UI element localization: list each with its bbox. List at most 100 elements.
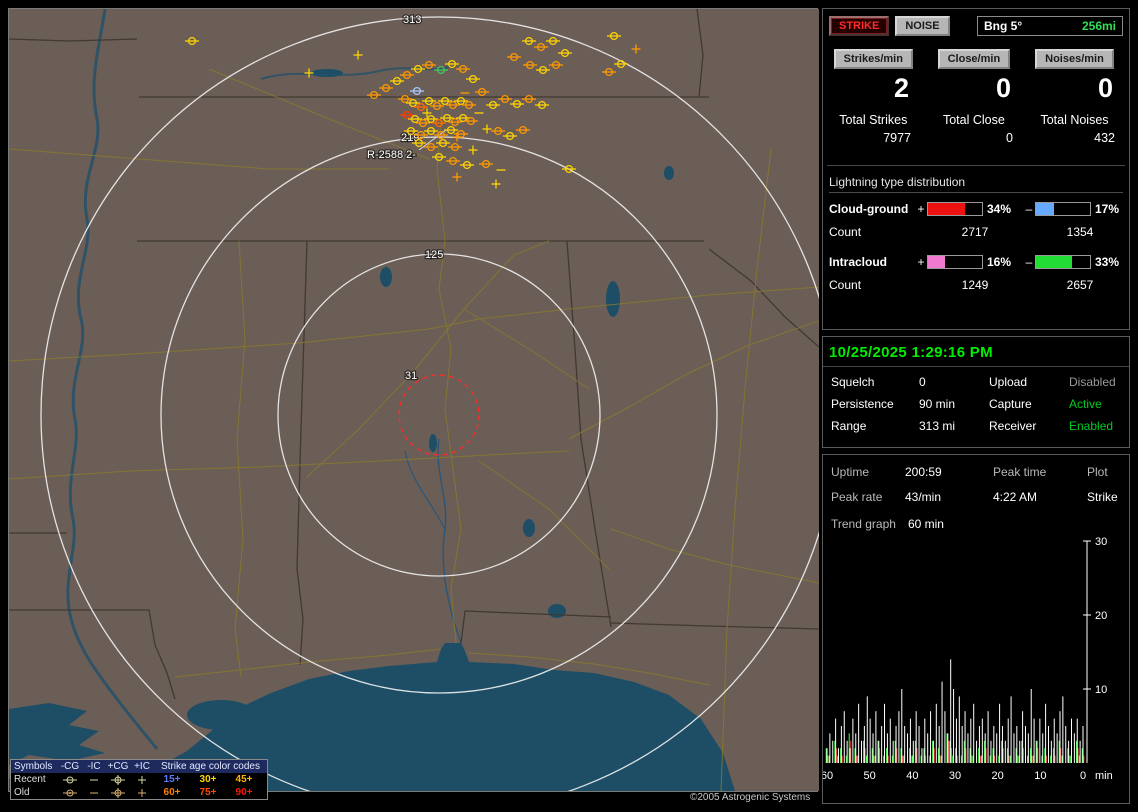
age-30: 30+: [199, 774, 217, 785]
receiver-status: Enabled: [1069, 419, 1114, 433]
map-canvas: 313 219 125 31 R-2588 2-: [9, 9, 819, 791]
bearing-label: Bng 5°: [984, 19, 1023, 33]
legend-col-cg-plus: +CG: [107, 761, 129, 772]
lake-5: [548, 604, 566, 618]
cg-minus-symbol: [58, 775, 82, 785]
svg-text:10: 10: [1034, 770, 1046, 782]
age-90: 90+: [235, 787, 253, 798]
cloud-ground-count-row: Count 2717 1354: [829, 225, 1123, 239]
svg-text:20: 20: [992, 770, 1004, 782]
datetime-display: 10/25/2025 1:29:16 PM: [829, 344, 993, 361]
svg-text:50: 50: [864, 770, 876, 782]
side-panel: STRIKE NOISE Bng 5° 256mi Strikes/min Cl…: [822, 0, 1130, 812]
lake-pontchartrain: [187, 700, 255, 730]
cg-minus-old-symbol: [58, 788, 82, 798]
ic-minus-symbol: [82, 775, 106, 785]
cloud-ground-label: Cloud-ground: [829, 202, 909, 216]
peak-rate-label: Peak rate: [831, 490, 883, 504]
ic-minus-bar: [1035, 255, 1091, 269]
distribution-title: Lightning type distribution: [829, 175, 1123, 193]
cg-plus-bar: [927, 202, 983, 216]
intracloud-count-row: Count 1249 2657: [829, 278, 1123, 292]
squelch-label: Squelch: [831, 375, 875, 389]
strikes-per-min-button[interactable]: Strikes/min: [833, 49, 913, 69]
trend-graph-window: 60 min: [907, 517, 944, 531]
svg-text:40: 40: [906, 770, 918, 782]
lightning-map[interactable]: 313 219 125 31 R-2588 2-: [8, 8, 819, 792]
trend-box: Uptime 200:59 Peak time Plot Peak rate 4…: [822, 454, 1130, 804]
bearing-value: 256mi: [1081, 19, 1116, 33]
range-value: 313 mi: [919, 419, 956, 433]
ring-label-125: 125: [425, 249, 443, 261]
symbols-legend: Symbols -CG -IC +CG +IC Strike age color…: [10, 759, 268, 800]
total-close-value: 0: [1006, 131, 1013, 145]
cg-minus-count: 1354: [1066, 225, 1094, 239]
receiver-label: Receiver: [989, 419, 1037, 433]
upload-label: Upload: [989, 375, 1028, 389]
cg-plus-symbol: [106, 774, 130, 785]
cg-plus-pct: 34%: [987, 202, 1012, 216]
close-per-min-value: 0: [995, 73, 1011, 103]
total-strikes-label: Total Strikes: [839, 113, 908, 127]
peak-time-label: Peak time: [993, 465, 1047, 479]
svg-text:30: 30: [949, 770, 961, 782]
age-45: 45+: [235, 774, 253, 785]
app-window: { "map": { "ring_labels": [{"text":"313"…: [0, 0, 1138, 812]
strike-mode-button[interactable]: STRIKE: [829, 16, 890, 36]
settings-box: 10/25/2025 1:29:16 PM Squelch 0 Upload D…: [822, 336, 1130, 448]
legend-col-cg-minus: -CG: [60, 761, 80, 772]
counters-box: STRIKE NOISE Bng 5° 256mi Strikes/min Cl…: [822, 8, 1130, 330]
legend-age-title: Strike age color codes: [161, 761, 260, 772]
range-label: Range: [831, 419, 867, 433]
cg-plus-old-symbol: [106, 787, 130, 798]
upload-status: Disabled: [1069, 375, 1116, 389]
close-per-min-button[interactable]: Close/min: [937, 49, 1011, 69]
squelch-value: 0: [919, 375, 926, 389]
divider: [827, 165, 1125, 166]
bearing-readout: Bng 5° 256mi: [977, 16, 1123, 36]
cg-minus-pct: 17%: [1095, 202, 1120, 216]
svg-text:30: 30: [1095, 537, 1107, 548]
count-label: Count: [829, 225, 862, 239]
total-strikes-value: 7977: [883, 131, 911, 145]
legend-old-label: Old: [14, 787, 30, 798]
cloud-ground-row: Cloud-ground + 34% – 17%: [829, 202, 1123, 216]
age-60: 60+: [163, 787, 181, 798]
total-close-label: Total Close: [942, 113, 1005, 127]
uptime-value: 200:59: [905, 465, 942, 479]
legend-col-ic-plus: +IC: [134, 761, 150, 772]
noises-per-min-button[interactable]: Noises/min: [1035, 49, 1114, 69]
total-noises-label: Total Noises: [1040, 113, 1109, 127]
noise-mode-button[interactable]: NOISE: [895, 16, 950, 36]
legend-col-ic-minus: -IC: [87, 761, 101, 772]
copyright-text: ©2005 Astrogenic Systems: [690, 792, 811, 803]
ic-plus-old-symbol: [130, 788, 154, 798]
lake-7: [664, 166, 674, 180]
ic-minus-old-symbol: [82, 788, 106, 798]
legend-recent-label: Recent: [14, 774, 46, 785]
uptime-label: Uptime: [831, 465, 870, 479]
svg-text:10: 10: [1095, 684, 1107, 696]
capture-label: Capture: [989, 397, 1032, 411]
plot-mode-value: Strike: [1087, 490, 1118, 504]
intracloud-label: Intracloud: [829, 255, 888, 269]
lake-4: [523, 519, 535, 537]
status-grid: Squelch 0 Upload Disabled Persistence 90…: [823, 371, 1129, 437]
noises-per-min-value: 0: [1097, 73, 1113, 103]
lake-6: [429, 434, 437, 452]
plus-sign: +: [917, 255, 925, 269]
legend-title: Symbols: [14, 761, 53, 772]
total-noises-value: 432: [1094, 131, 1115, 145]
ic-minus-count: 2657: [1066, 278, 1094, 292]
cg-minus-bar: [1035, 202, 1091, 216]
lake-2: [380, 267, 392, 287]
minus-sign: –: [1025, 255, 1033, 269]
trend-graph-label: Trend graph: [831, 517, 896, 531]
lake-3: [606, 281, 620, 317]
ic-plus-pct: 16%: [987, 255, 1012, 269]
age-75: 75+: [199, 787, 217, 798]
ring-label-31: 31: [405, 370, 417, 382]
trend-header: Trend graph 60 min: [823, 504, 1129, 531]
ic-plus-symbol: [130, 775, 154, 785]
svg-text:60: 60: [823, 770, 833, 782]
